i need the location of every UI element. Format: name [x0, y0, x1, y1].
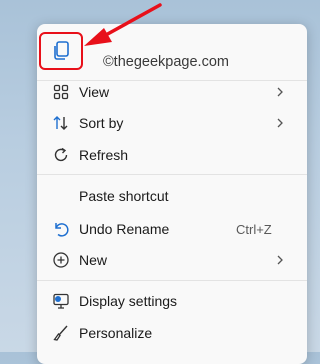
- desktop-context-menu: ©thegeekpage.com View Sort by Refresh Pa…: [37, 24, 307, 364]
- menu-item-label: Sort by: [79, 115, 124, 131]
- menu-item-label: Display settings: [79, 293, 178, 309]
- menu-item-label: New: [79, 252, 108, 268]
- menu-item-paste-shortcut[interactable]: Paste shortcut: [37, 180, 307, 212]
- keyboard-shortcut: Ctrl+Z: [236, 222, 272, 237]
- view-grid-icon: [51, 82, 71, 102]
- chevron-right-icon: [277, 118, 283, 128]
- refresh-icon: [51, 145, 71, 165]
- menu-item-refresh[interactable]: Refresh: [37, 139, 307, 171]
- copy-icon: [54, 41, 69, 60]
- menu-item-undo-rename[interactable]: Undo Rename Ctrl+Z: [37, 213, 307, 245]
- brush-icon: [51, 323, 71, 343]
- watermark-text: ©thegeekpage.com: [103, 54, 229, 70]
- chevron-right-icon: [277, 87, 283, 97]
- menu-item-label: Paste shortcut: [79, 188, 169, 204]
- menu-item-label: Refresh: [79, 147, 129, 163]
- undo-icon: [51, 219, 71, 239]
- menu-divider: [37, 280, 307, 281]
- chevron-right-icon: [277, 255, 283, 265]
- menu-item-view[interactable]: View: [37, 76, 307, 108]
- menu-item-label: Undo Rename: [79, 221, 170, 237]
- menu-item-new[interactable]: New: [37, 244, 307, 276]
- new-plus-icon: [51, 250, 71, 270]
- menu-item-sort-by[interactable]: Sort by: [37, 107, 307, 139]
- sort-icon: [51, 113, 71, 133]
- menu-item-label: Personalize: [79, 325, 153, 341]
- menu-item-display-settings[interactable]: Display settings: [37, 285, 307, 317]
- menu-item-label: View: [79, 84, 110, 100]
- copy-button[interactable]: [39, 32, 83, 70]
- menu-item-personalize[interactable]: Personalize: [37, 317, 307, 349]
- menu-divider: [37, 174, 307, 175]
- display-settings-icon: [51, 291, 71, 311]
